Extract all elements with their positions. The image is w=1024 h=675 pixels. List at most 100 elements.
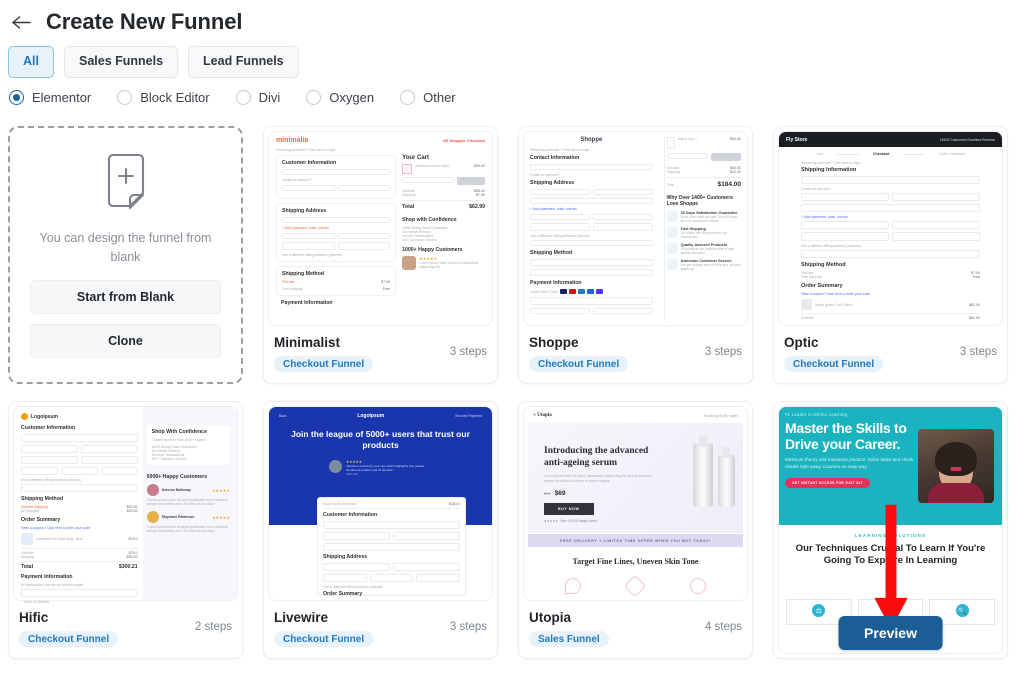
thumb-coupon-link: Have a coupon? Click here to enter your … [801,292,870,296]
thumb-total-label: Total [666,183,674,187]
template-meta: Shoppe Checkout Funnel 3 steps [519,330,752,383]
thumb-strip-note: FREE DELIVERY + LIMITED TIME OFFER WHEN … [560,538,711,543]
thumb-rating-note: Over 10,000 Happy Users [560,518,597,523]
thumb-total-label: Total [402,204,415,210]
thumb-shipping-label: Shipping [666,170,680,174]
thumb-section-title: Shipping Address [530,180,575,186]
thumb-section-title: Shipping Method [530,250,573,256]
template-meta: Minimalist Checkout Funnel 3 steps [264,330,497,383]
filter-sales-funnels[interactable]: Sales Funnels [63,46,179,78]
thumb-secure-note: Secured Payment [455,414,482,418]
thumb-headline: Join the league of 5000+ users that trus… [291,429,470,451]
template-card-minimalist[interactable]: minimalia US Shopper Checkout Returning … [263,126,498,384]
template-card-learning[interactable]: #1 Leader in Online Learning Master the … [773,401,1008,659]
radio-oxygen[interactable]: Oxygen [306,89,375,105]
radio-elementor[interactable]: Elementor [9,89,91,105]
thumb-person-photo [918,429,994,503]
thumb-section-title: Shipping Method [282,271,325,277]
create-funnel-page: Create New Funnel All Sales Funnels Lead… [0,0,1024,675]
thumb-logo: Utopia [537,413,552,418]
thumb-apt-link: + Add Apartment, suite, unit etc [801,215,849,219]
template-meta: Utopia Sales Funnel 4 steps [519,605,752,658]
template-steps: 3 steps [704,346,742,358]
template-steps: 2 steps [194,621,232,633]
document-plus-icon [100,152,152,215]
radio-label-block-editor: Block Editor [140,89,210,105]
preview-button[interactable]: Preview [838,616,943,650]
radio-block-editor[interactable]: Block Editor [117,89,210,105]
thumb-trust-sub: Trusted by more than 5000+ buyers [151,438,206,442]
radio-dot-icon [117,89,133,105]
radio-divi[interactable]: Divi [235,89,281,105]
template-steps: 3 steps [449,621,487,633]
template-thumbnail-optic: Fly Store 14500 Customers Excellent Revi… [774,127,1007,330]
thumb-price: $69 [554,489,566,497]
thumb-step: Checkout [872,152,890,156]
template-meta: Hific Checkout Funnel 2 steps [9,605,242,658]
thumb-section-title: Shipping Address [282,208,327,214]
template-card-utopia[interactable]: ● Utopia Trusted by 5,000+ users Introdu… [518,401,753,659]
thumb-flat-rate: Flat rate [282,280,295,284]
thumb-total-value: $62.99 [469,204,485,210]
thumb-apt-link: + Add Apartment, suite, unit etc [282,226,330,230]
radio-dot-icon [400,89,416,105]
template-card-hific[interactable]: Logoipsum Customer Information Use a dif… [8,401,243,659]
start-from-blank-button[interactable]: Start from Blank [30,280,221,315]
template-steps: 4 steps [704,621,742,633]
thumb-cart-item: Awesome brand t-shirt [415,164,449,168]
page-title: Create New Funnel [46,9,243,34]
badge-icon: ⚖ [812,604,826,617]
template-type-badge: Checkout Funnel [529,356,629,373]
thumb-free-shipping-price: Free [382,287,391,291]
thumb-section-title: Payment Information [530,280,582,286]
thumb-cta-button: GET INSTANT ACCESS FOR JUST $27 [785,478,870,489]
radio-label-oxygen: Oxygen [329,89,375,105]
filter-all[interactable]: All [8,46,54,78]
thumb-trust-item: 24/7 Customer Service [151,457,187,461]
clone-button[interactable]: Clone [30,324,221,359]
thumb-reviewer: Delores Ballonay [161,488,191,492]
template-type-badge: Sales Funnel [529,631,609,648]
template-grid: You can design the funnel from blank Sta… [8,126,1008,659]
radio-dot-icon [235,89,251,105]
page-header: Create New Funnel [0,0,1024,38]
radio-dot-icon [9,89,24,105]
thumb-section-title: Customer Information [323,512,378,518]
thumb-reviews-title: 1000+ Happy Customers [402,247,463,253]
thumb-trust-title: Shop With Confidence [151,429,207,435]
template-thumbnail-shoppe: Shoppe Returning customer? Click here to… [519,127,752,330]
template-type-badge: Checkout Funnel [274,356,374,373]
template-type-badge: Checkout Funnel [19,631,119,648]
thumb-free-shipping: Free shipping [282,287,303,291]
thumb-old-price: $99 [544,490,551,496]
template-meta: Optic Checkout Funnel 3 steps [774,330,1007,383]
template-card-optic[interactable]: Fly Store 14500 Customers Excellent Revi… [773,126,1008,384]
thumb-logo: Shoppe [580,137,603,143]
thumb-step: Order Confirmed [939,152,965,156]
thumb-shipping-label: Shipping [402,193,416,197]
thumb-cart-title: Your Cart [402,155,430,161]
filter-lead-funnels[interactable]: Lead Funnels [188,46,299,78]
thumb-section-title: Shipping Address [323,554,368,560]
template-meta: Livewire Checkout Funnel 3 steps [264,605,497,658]
thumb-back-link: Back [279,414,287,418]
radio-label-divi: Divi [258,89,281,105]
thumb-login-note: Returning customer? Click here to login [276,148,336,152]
thumb-headline: Introducing the advanced anti-ageing ser… [544,446,649,469]
template-card-shoppe[interactable]: Shoppe Returning customer? Click here to… [518,126,753,384]
thumb-top-note: US Shopper Checkout [442,138,485,143]
back-arrow-icon[interactable] [8,9,34,35]
search-icon: 🔍 [955,604,969,617]
template-thumbnail-livewire: Back Logoipsum Secured Payment Join the … [264,402,497,605]
thumb-section-title: Payment Information [281,300,333,306]
template-card-livewire[interactable]: Back Logoipsum Secured Payment Join the … [263,401,498,659]
thumb-section-title: Order Summary [801,283,843,289]
template-steps: 3 steps [959,346,997,358]
radio-other[interactable]: Other [400,89,456,105]
start-from-blank-card[interactable]: You can design the funnel from blank Sta… [8,126,243,384]
thumb-payment-label: Credit Card / Debit [530,289,559,294]
thumb-why-title: Why Over 1400+ Customers Love Shoppe [666,195,733,207]
thumb-total-value: $300.21 [118,564,138,570]
thumb-reviews-title: 5000+ Happy Customers [146,474,208,480]
thumb-section-title: Payment Information [21,574,73,580]
